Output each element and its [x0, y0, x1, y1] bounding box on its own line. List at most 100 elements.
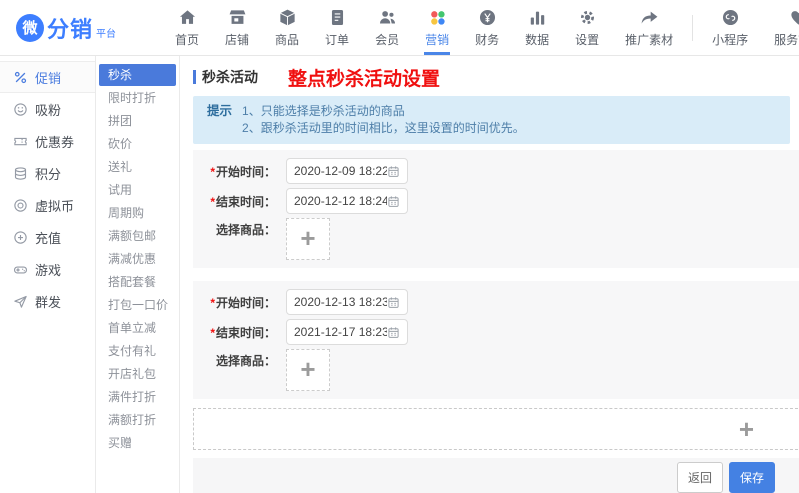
sidebar-item-label: 游戏 — [35, 260, 61, 279]
end-time-value[interactable] — [294, 325, 387, 339]
fans-icon — [13, 102, 28, 117]
sidebar-item-label: 优惠券 — [35, 132, 74, 151]
submenu-item[interactable]: 支付有礼 — [99, 340, 176, 362]
topnav-item-home[interactable]: 首页 — [162, 0, 212, 55]
sidebar-item-label: 促销 — [35, 68, 61, 87]
end-time-value[interactable] — [294, 194, 387, 208]
end-time-input[interactable] — [286, 188, 408, 214]
topnav-item-shop[interactable]: 店铺 — [212, 0, 262, 55]
seckill-activity-form-2: *开始时间： *结束时间： 选择商品： — [193, 281, 799, 399]
calendar-icon[interactable] — [387, 165, 400, 178]
topnav-item-finance[interactable]: 财务 — [462, 0, 512, 55]
submenu-item[interactable]: 送礼 — [99, 156, 176, 178]
sidebar-item-virtual-coin[interactable]: 虚拟币 — [0, 189, 95, 221]
required-mark: * — [210, 195, 215, 209]
topnav-item-data[interactable]: 数据 — [512, 0, 562, 55]
submenu-item[interactable]: 满件打折 — [99, 386, 176, 408]
end-time-label: *结束时间： — [206, 193, 276, 210]
start-time-value[interactable] — [294, 295, 387, 309]
calendar-icon[interactable] — [387, 195, 400, 208]
submenu-item[interactable]: 搭配套餐 — [99, 271, 176, 293]
recharge-icon — [13, 230, 28, 245]
add-activity-row[interactable]: + — [193, 408, 799, 450]
submenu-item[interactable]: 砍价 — [99, 133, 176, 155]
save-button[interactable]: 保存 — [729, 462, 775, 493]
submenu-item[interactable]: 满额打折 — [99, 409, 176, 431]
topnav-item-label: 财务 — [475, 31, 499, 48]
end-time-label: *结束时间： — [206, 324, 276, 341]
points-icon — [13, 166, 28, 181]
logo-text: 分销 — [47, 12, 93, 44]
topnav-item-miniprogram[interactable]: 小程序 — [699, 0, 761, 55]
topnav-item-label: 会员 — [375, 31, 399, 48]
end-time-label-text: 结束时间： — [216, 326, 276, 340]
miniprogram-icon — [721, 8, 740, 27]
submenu-item[interactable]: 秒杀 — [99, 64, 176, 86]
home-icon — [178, 8, 197, 27]
submenu-item[interactable]: 开店礼包 — [99, 363, 176, 385]
marketing-icon — [428, 8, 447, 27]
broadcast-icon — [13, 294, 28, 309]
submenu-item[interactable]: 限时打折 — [99, 87, 176, 109]
topnav-item-settings[interactable]: 设置 — [562, 0, 612, 55]
submenu-item[interactable]: 打包一口价 — [99, 294, 176, 316]
tip-line-2: 2、跟秒杀活动里的时间相比，这里设置的时间优先。 — [242, 120, 525, 137]
coupon-icon — [13, 134, 28, 149]
calendar-icon[interactable] — [387, 326, 400, 339]
start-time-input[interactable] — [286, 158, 408, 184]
sidebar-item-label: 虚拟币 — [35, 196, 74, 215]
topnav-item-orders[interactable]: 订单 — [312, 0, 362, 55]
submenu-item[interactable]: 周期购 — [99, 202, 176, 224]
top-navigation: 微 分销 平台 首页店铺商品订单 会员 营销 财务数据设置推广素材小程序服务市场 — [0, 0, 799, 56]
submenu-item[interactable]: 试用 — [99, 179, 176, 201]
start-time-input[interactable] — [286, 289, 408, 315]
finance-icon — [478, 8, 497, 27]
plus-icon: + — [300, 225, 315, 251]
tip-label: 提示 — [207, 103, 232, 137]
required-mark: * — [210, 326, 215, 340]
start-time-value[interactable] — [294, 164, 387, 178]
topnav-item-label: 订单 — [325, 31, 349, 48]
submenu-item[interactable]: 满额包邮 — [99, 225, 176, 247]
brand-logo[interactable]: 微 分销 平台 — [16, 12, 162, 44]
select-goods-button[interactable]: + — [286, 218, 330, 260]
sidebar-item-recharge[interactable]: 充值 — [0, 221, 95, 253]
secondary-sidebar: 秒杀限时打折拼团砍价送礼试用周期购满额包邮满减优惠搭配套餐打包一口价首单立减支付… — [96, 56, 180, 493]
sidebar-item-game[interactable]: 游戏 — [0, 253, 95, 285]
back-button[interactable]: 返回 — [677, 462, 723, 493]
sidebar-item-fans[interactable]: 吸粉 — [0, 93, 95, 125]
topnav-item-promo-material[interactable]: 推广素材 — [612, 0, 686, 55]
footer-action-bar: 返回 保存 — [193, 458, 799, 493]
plus-icon: + — [739, 416, 754, 442]
topnav-item-service-market[interactable]: 服务市场 — [761, 0, 799, 55]
sidebar-item-points[interactable]: 积分 — [0, 157, 95, 189]
topnav-item-members[interactable]: 会员 — [362, 0, 412, 55]
submenu-item[interactable]: 首单立减 — [99, 317, 176, 339]
start-time-label: *开始时间： — [206, 163, 276, 180]
virtual-coin-icon — [13, 198, 28, 213]
tip-box: 提示 1、只能选择是秒杀活动的商品 2、跟秒杀活动里的时间相比，这里设置的时间优… — [193, 96, 790, 144]
select-goods-row: 选择商品： + — [206, 349, 799, 391]
sidebar-item-promotion[interactable]: 促销 — [0, 61, 95, 93]
page-title: 秒杀活动 — [202, 67, 258, 87]
seckill-activity-form-1: *开始时间： *结束时间： 选择商品： — [193, 150, 799, 268]
start-time-row: *开始时间： — [206, 158, 799, 184]
select-goods-row: 选择商品： + — [206, 218, 799, 260]
topnav-item-label: 营销 — [425, 31, 449, 48]
main-content: 秒杀活动 整点秒杀活动设置 提示 1、只能选择是秒杀活动的商品 2、跟秒杀活动里… — [180, 56, 799, 493]
submenu-item[interactable]: 买赠 — [99, 432, 176, 454]
sidebar-item-label: 群发 — [35, 292, 61, 311]
sidebar-item-broadcast[interactable]: 群发 — [0, 285, 95, 317]
select-goods-button[interactable]: + — [286, 349, 330, 391]
calendar-icon[interactable] — [387, 296, 400, 309]
end-time-row: *结束时间： — [206, 319, 799, 345]
topnav-item-marketing[interactable]: 营销 — [412, 0, 462, 55]
topnav-item-goods[interactable]: 商品 — [262, 0, 312, 55]
sidebar-item-coupon[interactable]: 优惠券 — [0, 125, 95, 157]
data-icon — [528, 8, 547, 27]
end-time-input[interactable] — [286, 319, 408, 345]
service-market-icon — [789, 8, 799, 27]
submenu-item[interactable]: 满减优惠 — [99, 248, 176, 270]
tip-line-1: 1、只能选择是秒杀活动的商品 — [242, 103, 525, 120]
submenu-item[interactable]: 拼团 — [99, 110, 176, 132]
